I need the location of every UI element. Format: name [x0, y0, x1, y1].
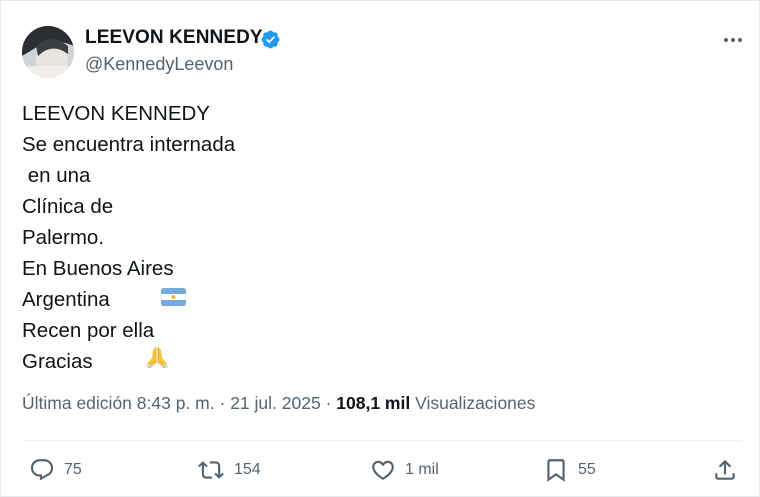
tweet-date[interactable]: 21 jul. 2025	[230, 393, 321, 413]
author-name[interactable]: LEEVON KENNEDY	[85, 27, 263, 49]
meta-separator: ·	[219, 393, 226, 413]
tweet-line: Se encuentra internada	[22, 133, 236, 156]
views-count: 108,1 mil	[336, 393, 411, 413]
verified-badge-icon	[261, 30, 280, 49]
tweet-line-with-emoji: Gracias	[22, 346, 702, 377]
avatar[interactable]	[22, 26, 74, 78]
share-button[interactable]	[712, 455, 738, 485]
tweet-line: Argentina	[22, 288, 110, 311]
tweet-line-with-flag: Argentina	[22, 284, 702, 315]
views-label: Visualizaciones	[415, 393, 536, 413]
avatar-image	[22, 26, 74, 78]
tweet-time[interactable]: 8:43 p. m.	[137, 393, 215, 413]
tweet-text: LEEVON KENNEDY Se encuentra internada en…	[22, 98, 702, 377]
tweet-line: Clínica de	[22, 195, 114, 218]
reply-icon	[30, 459, 54, 481]
repost-icon	[198, 461, 224, 479]
tweet-line: en una	[22, 164, 91, 187]
bookmark-icon	[547, 459, 565, 482]
tweet-line: LEEVON KENNEDY	[22, 102, 210, 125]
edited-label[interactable]: Última edición	[22, 393, 132, 413]
author-handle[interactable]: @KennedyLeevon	[85, 54, 233, 75]
bookmark-button[interactable]: 55	[543, 455, 596, 485]
tweet-line: Gracias	[22, 350, 93, 373]
tweet-card: LEEVON KENNEDY @KennedyLeevon LEEVON KEN…	[0, 0, 760, 497]
heart-icon	[372, 460, 394, 480]
repost-count: 154	[234, 461, 261, 478]
reply-button[interactable]: 75	[29, 455, 82, 485]
share-icon	[715, 459, 735, 480]
meta-separator: ·	[325, 393, 332, 413]
divider	[22, 440, 741, 441]
bookmark-count: 55	[578, 461, 596, 478]
tweet-line: Palermo.	[22, 226, 105, 249]
more-button[interactable]	[719, 27, 747, 53]
like-button[interactable]: 1 mil	[370, 455, 439, 485]
reply-count: 75	[64, 461, 82, 478]
repost-button[interactable]: 154	[197, 455, 261, 485]
more-horizontal-icon	[724, 38, 742, 42]
tweet-meta: Última edición 8:43 p. m. · 21 jul. 2025…	[22, 393, 535, 414]
like-count: 1 mil	[405, 461, 439, 478]
